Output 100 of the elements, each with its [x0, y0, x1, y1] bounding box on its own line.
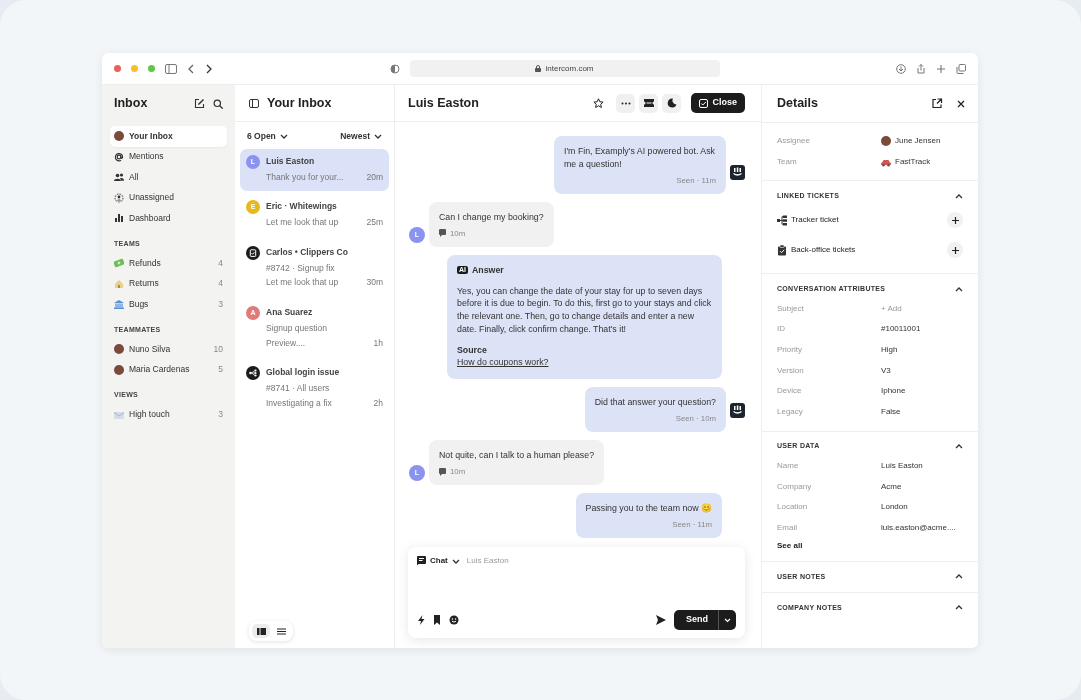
field-value: June Jensen: [881, 135, 941, 148]
close-conversation-button[interactable]: Close: [691, 93, 745, 113]
plus-icon: [951, 216, 959, 224]
hierarchy-icon: [777, 214, 787, 226]
sidebar-item[interactable]: High touch 3: [110, 404, 227, 425]
channel-dropdown[interactable]: Chat: [417, 555, 460, 567]
chevron-down-icon: [279, 132, 288, 140]
sidebar-item[interactable]: Mentions: [110, 146, 227, 167]
see-all-link[interactable]: See all: [777, 540, 803, 553]
sidebar-item[interactable]: Maria Cardenas 5: [110, 359, 227, 380]
at-sign-icon: [114, 151, 124, 162]
tabs-icon[interactable]: [956, 63, 966, 74]
source-link[interactable]: How do coupons work?: [457, 357, 549, 368]
split-view-toggle[interactable]: [252, 624, 270, 638]
lightning-icon[interactable]: [417, 615, 425, 625]
chevron-up-icon[interactable]: [955, 192, 963, 200]
conversation-item[interactable]: Global login issue #8741 · All users Investigating a fix 2h: [240, 360, 389, 418]
field-value: V3: [881, 364, 891, 377]
conversation-title: Luis Easton: [408, 94, 479, 112]
status-filter-dropdown[interactable]: 6 Open: [247, 130, 288, 143]
field-label: Legacy: [777, 406, 804, 419]
address-bar[interactable]: intercom.com: [409, 60, 720, 77]
search-icon[interactable]: [213, 98, 223, 109]
hierarchy-icon: [246, 366, 260, 381]
chevron-down-icon: [374, 132, 382, 140]
recipient-name: Luis Easton: [466, 555, 509, 567]
people-icon: [114, 172, 124, 183]
add-ticket-button[interactable]: [947, 242, 963, 259]
banknote-icon: [114, 258, 124, 269]
avatar-icon: [881, 136, 891, 147]
sort-dropdown[interactable]: Newest: [340, 130, 382, 143]
chevron-up-icon[interactable]: [955, 604, 963, 612]
list-icon: [276, 627, 286, 635]
more-icon: [621, 101, 631, 105]
field-value: Luis Easton: [881, 459, 923, 472]
field-value: Acme: [881, 480, 902, 493]
ticket-type-label: Tracker ticket: [791, 214, 839, 227]
chevron-up-icon[interactable]: [955, 285, 963, 293]
download-icon[interactable]: [896, 63, 906, 74]
back-icon[interactable]: [187, 63, 195, 74]
answer-text: Yes, you can change the date of your stay for up to seven days before it is due to begin. To do this, first go to your stays and click the relevant one. Then, go to change details and enter a new date. Finally, click confirm change. That's it!: [457, 284, 712, 336]
sidebar-item[interactable]: Dashboard: [110, 208, 227, 229]
add-ticket-button[interactable]: [947, 212, 963, 229]
split-view-icon: [256, 627, 266, 635]
field-value: FastTrack: [881, 156, 931, 169]
robot-icon: [730, 403, 745, 419]
sidebar-item[interactable]: Returns 4: [110, 273, 227, 294]
shield-icon[interactable]: [389, 63, 400, 74]
panel-icon[interactable]: [249, 98, 259, 108]
robot-icon: [730, 164, 745, 180]
send-arrow-icon[interactable]: [656, 615, 666, 625]
forward-icon[interactable]: [205, 63, 213, 74]
ticket-button[interactable]: [639, 93, 659, 113]
send-button[interactable]: Send: [674, 610, 718, 630]
source-label: Source: [457, 343, 488, 357]
compose-icon[interactable]: [194, 98, 205, 109]
field-label: ID: [777, 323, 786, 336]
sidebar-title: Inbox: [114, 95, 148, 113]
sidebar-item[interactable]: Bugs 3: [110, 294, 227, 315]
star-icon[interactable]: [593, 97, 605, 109]
external-link-icon[interactable]: [932, 98, 943, 109]
sidebar-item[interactable]: Nuno Silva 10: [110, 339, 227, 360]
field-label: Company: [777, 480, 813, 493]
snooze-button[interactable]: [662, 93, 682, 113]
sidebar-item[interactable]: All: [110, 167, 227, 188]
clipboard-icon: [777, 244, 787, 256]
person-dashed-icon: [114, 192, 124, 203]
field-label: Subject: [777, 302, 805, 315]
bookmark-icon[interactable]: [433, 615, 441, 625]
chevron-down-icon: [724, 617, 731, 623]
field-value: High: [881, 344, 898, 357]
chevron-down-icon: [451, 557, 460, 565]
field-value: False: [881, 406, 901, 419]
chevron-up-icon[interactable]: [955, 573, 963, 581]
field-value: luis.easton@acme....: [881, 521, 956, 534]
sidebar-toggle-icon[interactable]: [165, 63, 177, 74]
plus-icon[interactable]: [936, 63, 946, 74]
sidebar-item[interactable]: Your Inbox: [110, 126, 227, 147]
field-label: Location: [777, 501, 809, 514]
send-options-button[interactable]: [718, 610, 736, 630]
bank-icon: [114, 299, 124, 310]
checkbox-icon: [699, 98, 709, 108]
conversation-item[interactable]: Carlos • Clippers Co #8742 · Signup fix Let me look that up 30m: [240, 239, 389, 297]
field-label: Version: [777, 364, 805, 377]
emoji-icon[interactable]: [449, 615, 459, 625]
close-window-icon[interactable]: [114, 65, 121, 72]
avatar-icon: [114, 131, 124, 142]
field-label: Team: [777, 156, 798, 169]
clipboard-icon: [246, 245, 260, 260]
chevron-up-icon[interactable]: [955, 443, 963, 450]
field-label: Assignee: [777, 135, 811, 148]
share-icon[interactable]: [916, 63, 926, 74]
message-icon: [417, 556, 426, 566]
details-title: Details: [777, 95, 818, 113]
chat-bubble-icon: [439, 229, 446, 238]
sidebar-item[interactable]: Refunds 4: [110, 253, 227, 274]
field-label: Name: [777, 459, 800, 472]
sidebar-item[interactable]: Unassigned: [110, 187, 227, 208]
close-icon[interactable]: [957, 99, 965, 108]
ticket-icon: [644, 99, 654, 107]
